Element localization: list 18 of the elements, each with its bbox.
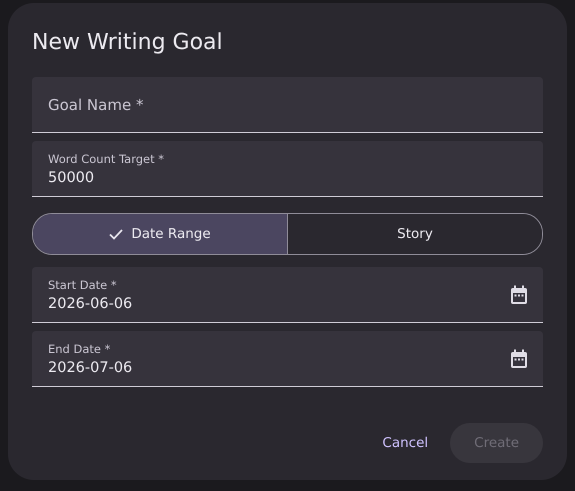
- input-field[interactable]: Word Count Target * 50000: [32, 141, 543, 197]
- input-field[interactable]: Goal Name *: [32, 77, 543, 133]
- field-value: 2026-06-06: [48, 296, 134, 312]
- check-icon: [109, 228, 124, 240]
- field-label: Start Date *: [48, 278, 118, 292]
- field-label: Goal Name *: [48, 96, 144, 114]
- calendar-icon[interactable]: [510, 349, 528, 369]
- calendar-icon[interactable]: [510, 285, 528, 305]
- dialog-title: New Writing Goal: [32, 29, 224, 57]
- cancel-button[interactable]: Cancel: [372, 423, 438, 463]
- segment-button[interactable]: Story: [287, 214, 542, 254]
- date-field[interactable]: End Date * 2026-07-06: [32, 331, 543, 387]
- field-label: Word Count Target *: [48, 152, 166, 166]
- field-value: 50000: [48, 170, 96, 186]
- segment-button[interactable]: Date Range: [33, 214, 287, 254]
- field-label: End Date *: [48, 342, 112, 356]
- date-field[interactable]: Start Date * 2026-06-06: [32, 267, 543, 323]
- field-value: 2026-07-06: [48, 360, 134, 376]
